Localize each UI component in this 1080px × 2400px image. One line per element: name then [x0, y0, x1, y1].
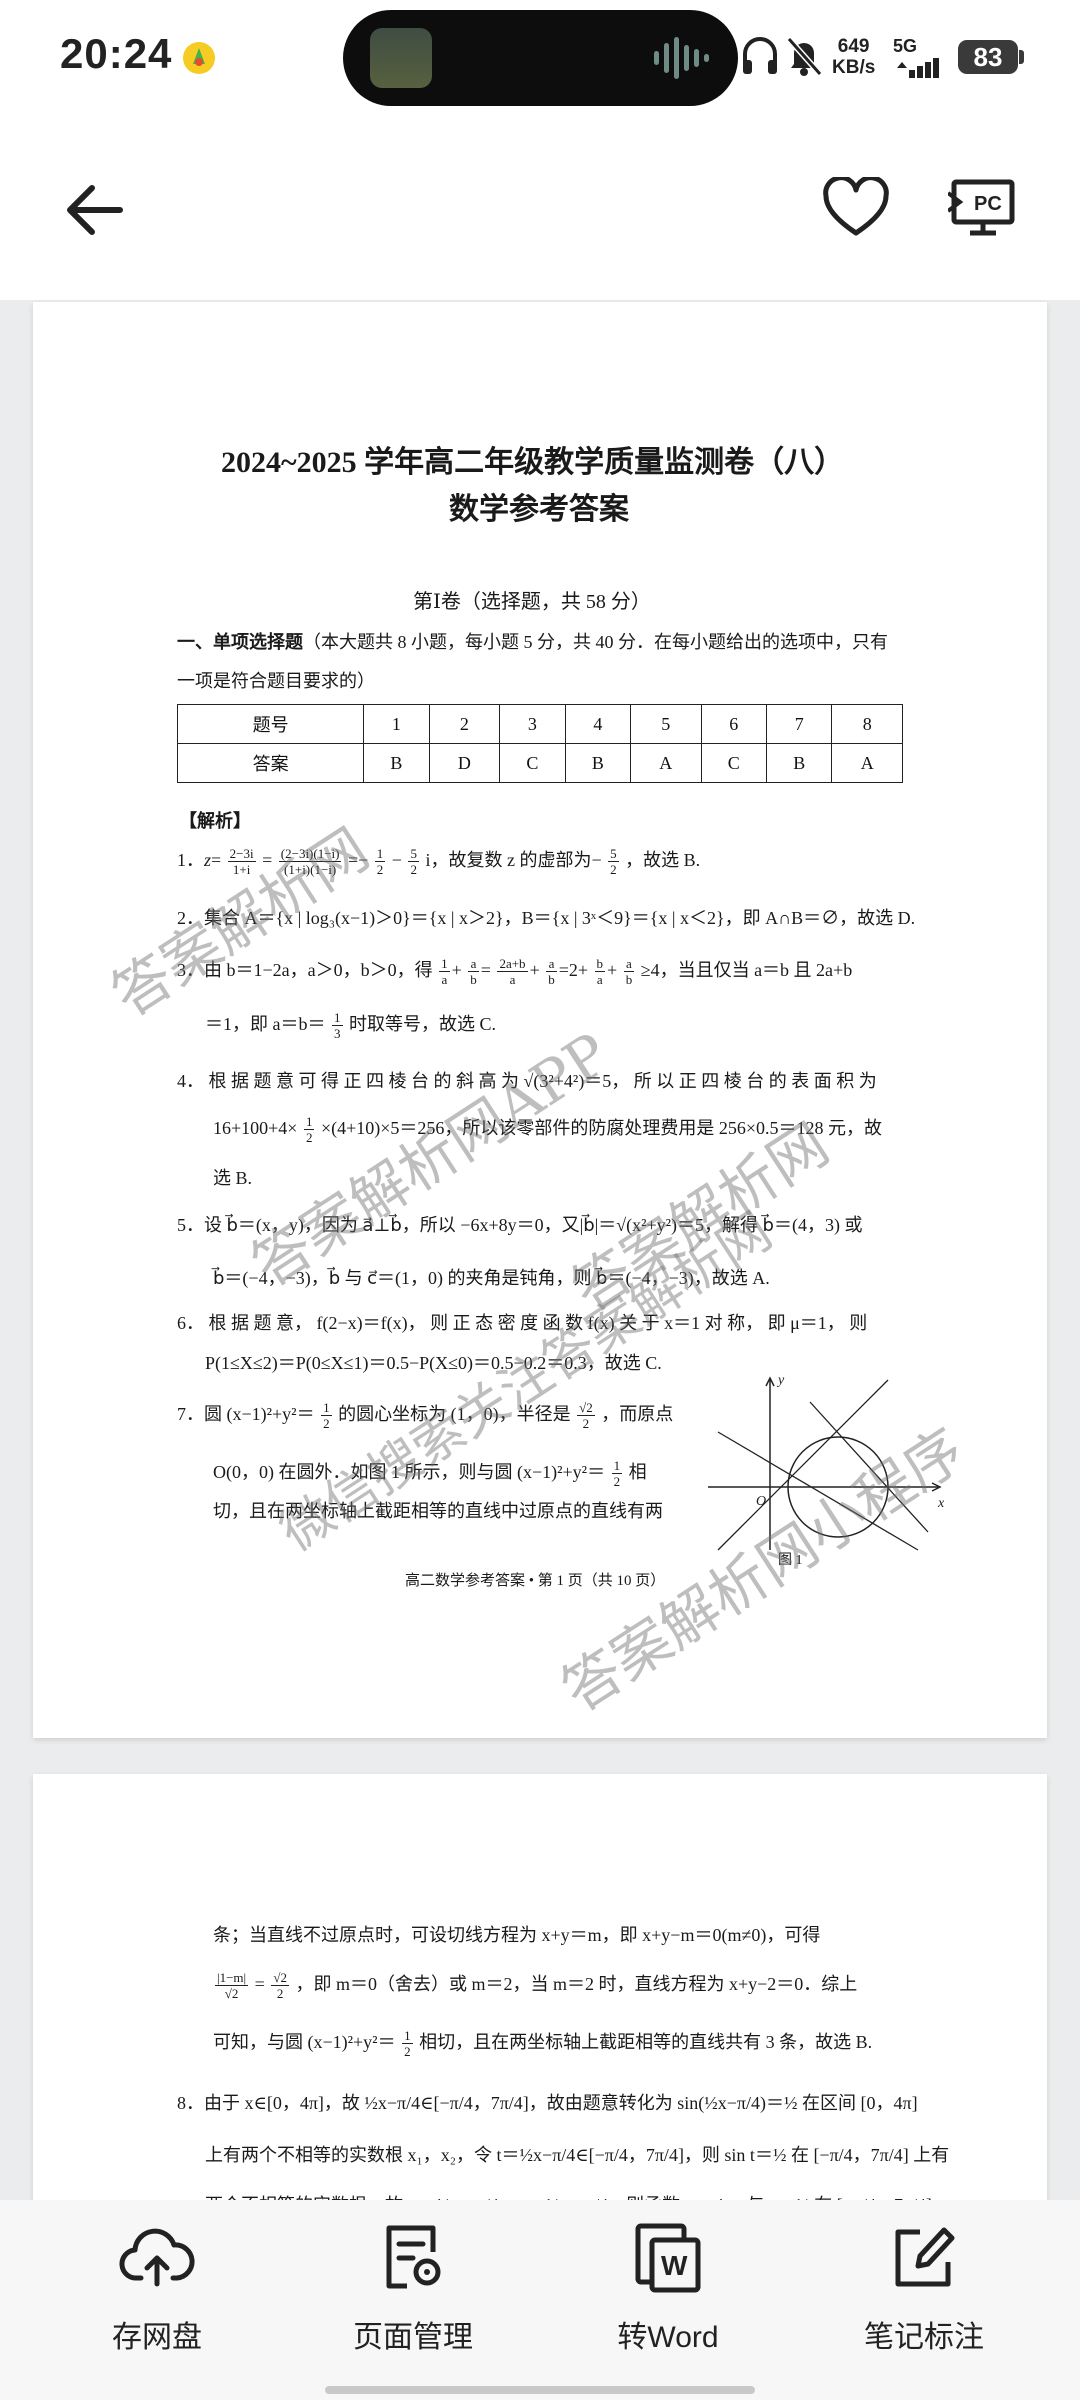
save-to-cloud-button[interactable] [57, 2218, 257, 2303]
answer-table: 题号 1 2 3 4 5 6 7 8 答案 B D C B A C B A [176, 704, 903, 783]
table-answer-label: 答案 [176, 743, 365, 783]
p2-line1: 条；当直线不过原点时，可设切线方程为 x+y＝m，即 x+y−m＝0(m≠0)，… [213, 1925, 821, 1945]
p2-line3: 可知，与圆 (x−1)²+y²＝ 12 相切，且在两坐标轴上截距相等的直线共有 … [213, 2028, 873, 2060]
battery-tip [1019, 50, 1024, 64]
page-manage-icon [386, 2225, 441, 2289]
table-answer-value: A [831, 743, 903, 783]
note-annotate-label: 笔记标注 [864, 2321, 984, 2354]
part1-intro-line2: 一项是符合题目要求的） [177, 671, 375, 691]
table-answer-value: D [428, 743, 501, 783]
status-time: 20:24 [60, 30, 173, 77]
q4-solution-line3: 选 B. [213, 1168, 253, 1188]
q8-line1: 8．由于 x∈[0，4π]，故 ½x−π/4∈[−π/4，7π/4]，故由题意转… [177, 2093, 918, 2113]
edit-note-icon [895, 2227, 955, 2287]
q3-solution-line1: 3．由 b＝1−2a，a＞0，b＞0，得 1 a + a b = 2a+b a + a b =2… [177, 956, 853, 988]
analysis-label: 【解析】 [179, 811, 251, 831]
figure-y-label: y [776, 1373, 785, 1388]
table-question-number: 3 [499, 704, 566, 744]
q8-line2: 上有两个不相等的实数根 x₁，x₂，令 t＝½x−π/4∈[−π/4，7π/4]… [205, 2145, 950, 2165]
p2-line2: |1−m| √2 = √2 2 ，即 m＝0（舍去）或 m＝2，当 m＝2 时，直线… [215, 1970, 858, 2002]
page-manage-button[interactable] [313, 2218, 513, 2303]
audio-wave-icon [652, 35, 712, 86]
headphone-icon [740, 34, 780, 83]
table-question-number: 6 [700, 704, 767, 744]
table-question-number: 1 [363, 704, 430, 744]
back-arrow-icon[interactable] [60, 180, 130, 245]
convert-word-button[interactable]: W [568, 2218, 768, 2303]
table-question-number: 8 [831, 704, 903, 744]
document-page-1[interactable]: 2024~2025 学年高二年级教学质量监测卷（八） 数学参考答案 第Ⅰ卷（选择… [33, 302, 1047, 1738]
doc-title-line1: 2024~2025 学年高二年级教学质量监测卷（八） [221, 446, 845, 479]
word-convert-icon: W [635, 2223, 701, 2293]
table-answer-value: C [700, 743, 767, 783]
convert-word-label: 转Word [617, 2321, 719, 2354]
page-footer: 高二数学参考答案 • 第 1 页（共 10 页） [405, 1573, 666, 1589]
table-question-number: 5 [630, 704, 702, 744]
table-answer-value: B [564, 743, 632, 783]
table-answer-value: C [499, 743, 566, 783]
cast-pc-label: PC [974, 193, 1002, 215]
section-heading: 第Ⅰ卷（选择题，共 58 分） [413, 591, 651, 613]
network-speed: 649 KB/s [832, 36, 876, 78]
app-notification-icon [181, 40, 217, 81]
q6-solution-line1: 6． 根 据 题 意， f(2−x)＝f(x)， 则 正 态 密 度 函 数 f… [177, 1313, 868, 1333]
signal-icon [895, 58, 945, 83]
home-indicator[interactable] [325, 2386, 755, 2394]
document-page-2[interactable]: 条；当直线不过原点时，可设切线方程为 x+y＝m，即 x+y−m＝0(m≠0)，… [33, 1774, 1047, 2244]
svg-text:W: W [661, 2250, 688, 2281]
mute-bell-icon [784, 34, 824, 83]
save-to-cloud-label: 存网盘 [112, 2321, 202, 2354]
favorite-heart-icon[interactable] [822, 175, 890, 244]
table-answer-value: A [630, 743, 702, 783]
table-answer-value: B [765, 743, 833, 783]
doc-title-line2: 数学参考答案 [449, 493, 629, 526]
answer-table-header-row: 题号 1 2 3 4 5 6 7 8 [176, 704, 903, 744]
table-header-label: 题号 [176, 704, 365, 744]
battery-level: 83 [958, 40, 1018, 74]
table-question-number: 4 [564, 704, 632, 744]
part1-intro-line1: 一、单项选择题（本大题共 8 小题，每小题 5 分，共 40 分．在每小题给出的… [177, 632, 888, 652]
page-manage-label: 页面管理 [353, 2321, 473, 2354]
network-type: 5G [893, 36, 918, 56]
cloud-upload-icon [119, 2228, 195, 2287]
answer-table-answer-row: 答案 B D C B A C B A [176, 743, 903, 783]
figure-origin-label: O [756, 1494, 766, 1509]
table-question-number: 7 [765, 704, 833, 744]
note-annotate-button[interactable] [824, 2218, 1024, 2303]
table-question-number: 2 [428, 704, 501, 744]
table-answer-value: B [363, 743, 430, 783]
cast-to-pc-icon[interactable]: PC [946, 177, 1018, 250]
top-toolbar [0, 115, 1080, 300]
media-thumbnail[interactable] [370, 28, 432, 88]
q3-solution-line2: ＝1，即 a＝b＝ 13 时取等号，故选 C. [205, 1010, 497, 1042]
